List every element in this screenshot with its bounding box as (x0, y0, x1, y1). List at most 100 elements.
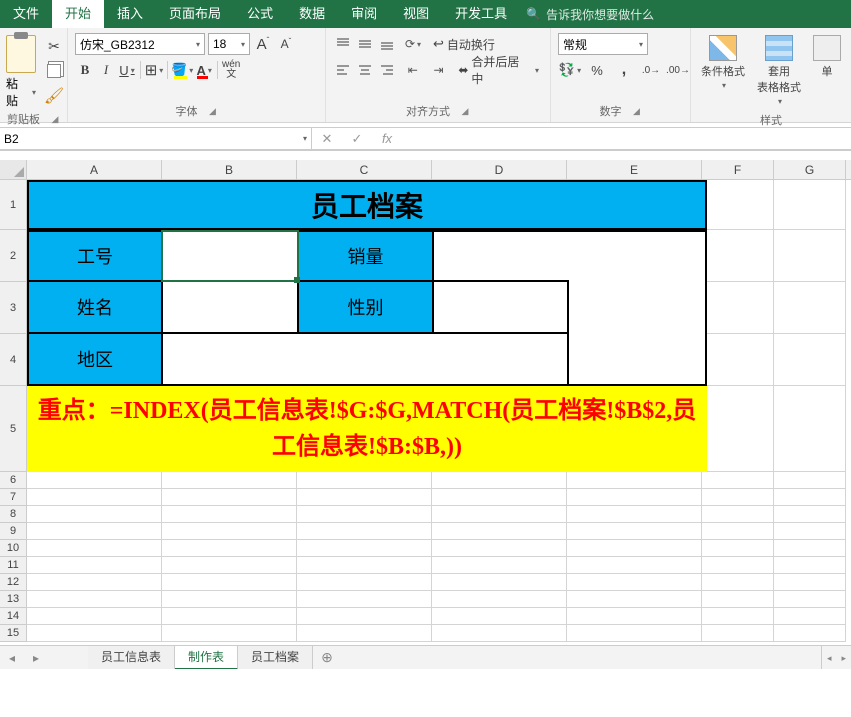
col-header-e[interactable]: E (567, 160, 702, 179)
italic-button[interactable]: I (96, 59, 116, 81)
col-header-a[interactable]: A (27, 160, 162, 179)
copy-button[interactable] (43, 60, 65, 82)
row-header-10[interactable]: 10 (0, 540, 27, 557)
align-right-button[interactable] (377, 59, 397, 81)
tab-review[interactable]: 审阅 (338, 0, 390, 28)
tab-developer[interactable]: 开发工具 (442, 0, 520, 28)
percent-button[interactable]: % (585, 59, 609, 81)
decrease-decimal-button[interactable]: .00→ (666, 59, 690, 81)
row-header-6[interactable]: 6 (0, 472, 27, 489)
wrap-text-button[interactable]: ↩自动换行 (429, 33, 499, 55)
cell-a3[interactable]: 姓名 (27, 280, 163, 334)
cell-styles-button[interactable]: 单 (807, 33, 841, 81)
font-name-combo[interactable]: 仿宋_GB2312▾ (75, 33, 205, 55)
font-size-combo[interactable]: 18▾ (208, 33, 250, 55)
row-header-3[interactable]: 3 (0, 282, 27, 334)
accounting-button[interactable]: 💱▾ (558, 59, 582, 81)
cell-title[interactable]: 员工档案 (27, 180, 707, 230)
row-header-11[interactable]: 11 (0, 557, 27, 574)
cell-note[interactable]: 重点：=INDEX(员工信息表!$G:$G,MATCH(员工档案!$B$2,员工… (27, 386, 707, 472)
row-header-13[interactable]: 13 (0, 591, 27, 608)
row-header-1[interactable]: 1 (0, 180, 27, 230)
group-clipboard: 粘贴▾ ✂ 🖌 剪贴板◢ (0, 28, 68, 122)
align-bottom-button[interactable] (377, 33, 397, 55)
font-color-button[interactable]: A▾ (194, 59, 214, 81)
insert-function-button[interactable]: fx (372, 131, 402, 146)
align-top-button[interactable] (333, 33, 353, 55)
col-header-d[interactable]: D (432, 160, 567, 179)
cell-b4-merged[interactable] (161, 332, 569, 386)
hscroll-right[interactable]: ◂▸ (821, 646, 851, 669)
worksheet-grid[interactable]: 1 2 3 4 5 6 7 8 9 10 11 12 13 14 15 员工档案 (0, 180, 851, 669)
clipboard-launcher-icon[interactable]: ◢ (50, 114, 60, 124)
align-center-button[interactable] (355, 59, 375, 81)
row-header-8[interactable]: 8 (0, 506, 27, 523)
sheet-tab-1[interactable]: 员工信息表 (88, 646, 175, 670)
tab-formulas[interactable]: 公式 (234, 0, 286, 28)
bold-button[interactable]: B (75, 59, 95, 81)
underline-button[interactable]: U▾ (117, 59, 137, 81)
paste-button[interactable]: 粘贴▾ (4, 31, 40, 109)
increase-indent-button[interactable]: ⇥ (429, 59, 449, 81)
name-box[interactable]: B2▾ (0, 127, 312, 150)
ribbon: 粘贴▾ ✂ 🖌 剪贴板◢ 仿宋_GB2312▾ 18▾ Aˆ Aˇ B I U▾ (0, 28, 851, 123)
tab-data[interactable]: 数据 (286, 0, 338, 28)
tab-file[interactable]: 文件 (0, 0, 52, 28)
row-header-2[interactable]: 2 (0, 230, 27, 282)
phonetic-button[interactable]: wén文 (221, 59, 241, 81)
tell-me-search[interactable]: 🔍 告诉我你想要做什么 (526, 6, 654, 23)
cell-c2[interactable]: 销量 (297, 230, 434, 282)
format-as-table-button[interactable]: 套用 表格格式▾ (751, 33, 807, 108)
row-header-9[interactable]: 9 (0, 523, 27, 540)
tab-nav-prev[interactable]: ◂ (0, 651, 24, 665)
tab-view[interactable]: 视图 (390, 0, 442, 28)
grow-font-button[interactable]: Aˆ (253, 33, 273, 55)
tab-nav-next[interactable]: ▸ (24, 651, 48, 665)
cell-d2[interactable] (432, 230, 569, 282)
border-button[interactable]: ⊞▾ (144, 59, 164, 81)
increase-decimal-button[interactable]: .0→ (639, 59, 663, 81)
number-launcher-icon[interactable]: ◢ (632, 106, 642, 116)
cut-button[interactable]: ✂ (43, 35, 65, 57)
tab-pagelayout[interactable]: 页面布局 (156, 0, 234, 28)
format-painter-button[interactable]: 🖌 (43, 85, 65, 107)
cell-c3[interactable]: 性别 (297, 280, 434, 334)
accept-formula-button[interactable]: ✓ (342, 131, 372, 147)
fill-color-button[interactable]: 🪣▾ (171, 59, 193, 81)
cell-a4[interactable]: 地区 (27, 332, 163, 386)
cell-d3[interactable] (432, 280, 569, 334)
font-launcher-icon[interactable]: ◢ (208, 106, 218, 116)
tab-insert[interactable]: 插入 (104, 0, 156, 28)
sheet-tab-3[interactable]: 员工档案 (238, 646, 313, 670)
row-header-12[interactable]: 12 (0, 574, 27, 591)
conditional-format-button[interactable]: 条件格式▾ (695, 33, 751, 92)
cancel-formula-button[interactable]: ✕ (312, 131, 342, 147)
condfmt-label: 条件格式 (701, 63, 745, 79)
col-header-b[interactable]: B (162, 160, 297, 179)
sheet-tab-2[interactable]: 制作表 (175, 646, 238, 670)
cell-e-merged[interactable] (567, 230, 707, 386)
orientation-button[interactable]: ⟳▾ (403, 33, 423, 55)
row-header-4[interactable]: 4 (0, 334, 27, 386)
row-header-15[interactable]: 15 (0, 625, 27, 642)
cell-b3[interactable] (161, 280, 299, 334)
comma-button[interactable]: , (612, 59, 636, 81)
select-all-corner[interactable] (0, 160, 27, 179)
cell-a2[interactable]: 工号 (27, 230, 163, 282)
col-header-c[interactable]: C (297, 160, 432, 179)
cell-style-icon (813, 35, 841, 61)
col-header-g[interactable]: G (774, 160, 846, 179)
shrink-font-button[interactable]: Aˇ (276, 33, 296, 55)
align-launcher-icon[interactable]: ◢ (460, 106, 470, 116)
number-format-combo[interactable]: 常规▾ (558, 33, 648, 55)
col-header-f[interactable]: F (702, 160, 774, 179)
tab-home[interactable]: 开始 (52, 0, 104, 28)
row-header-7[interactable]: 7 (0, 489, 27, 506)
row-header-14[interactable]: 14 (0, 608, 27, 625)
align-left-button[interactable] (333, 59, 353, 81)
row-header-5[interactable]: 5 (0, 386, 27, 472)
align-middle-button[interactable] (355, 33, 375, 55)
merge-center-button[interactable]: ⬌合并后居中▾ (454, 59, 543, 81)
add-sheet-button[interactable]: ⊕ (313, 649, 341, 666)
decrease-indent-button[interactable]: ⇤ (403, 59, 423, 81)
